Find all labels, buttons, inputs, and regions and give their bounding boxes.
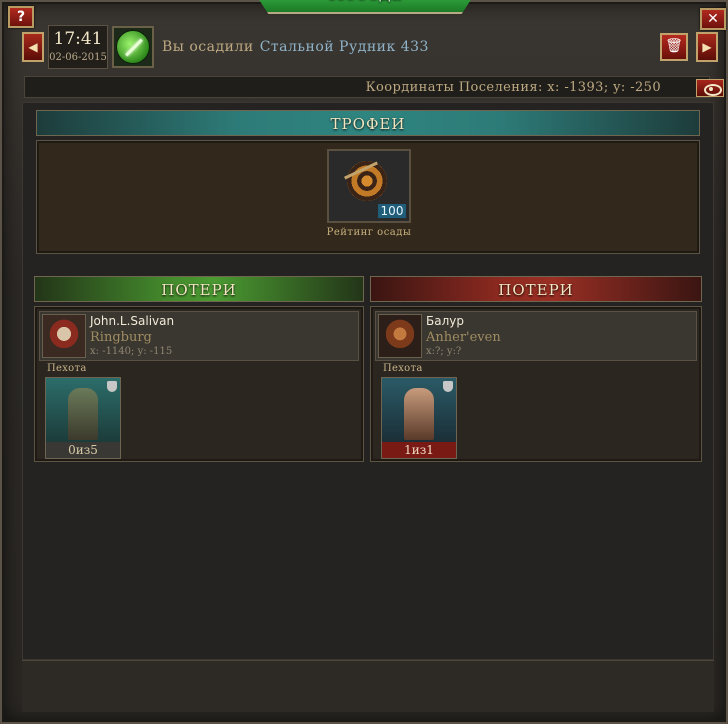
report-header: ◀ 17:41 02-06-2015 Вы осадили Стальной Р… [22, 24, 718, 70]
attacker-losses-heading: ПОТЕРИ [34, 276, 364, 302]
defender-coords: x:?; y:? [426, 346, 462, 357]
siege-victory-icon [112, 26, 154, 68]
report-footer [22, 660, 714, 712]
trophies-heading: ТРОФЕИ [36, 110, 700, 136]
trophy-caption: Рейтинг осады [326, 227, 412, 238]
settlement-coordinates: Координаты Поселения: x: -1393; y: -250 [365, 79, 661, 95]
attacker-coords: x: -1140; y: -115 [90, 346, 173, 357]
defender-unit-card[interactable]: 1из1 [381, 377, 457, 459]
defender-name: Балур [426, 314, 464, 328]
trophies-panel: 100 Рейтинг осады [36, 140, 700, 254]
defender-player-card[interactable]: Балур Anher'even x:?; y:? [375, 311, 697, 361]
window-title: Победа [250, 0, 480, 14]
attacker-name: John.L.Salivan [90, 314, 175, 328]
shield-icon [107, 381, 117, 392]
defender-losses-panel: Балур Anher'even x:?; y:? Пехота 1из1 [370, 306, 702, 462]
settlement-coordinates-bar: Координаты Поселения: x: -1393; y: -250 [24, 76, 710, 98]
attacker-unit-count: 0из5 [46, 442, 120, 458]
report-message: Вы осадили Стальной Рудник 433 [162, 27, 660, 67]
attacker-unit-card[interactable]: 0из5 [45, 377, 121, 459]
view-on-map-eye-icon[interactable] [696, 79, 724, 97]
defender-unit-count: 1из1 [382, 442, 456, 458]
delete-report-button[interactable]: 🗑 [660, 33, 688, 61]
defender-settlement: Anher'even [426, 330, 501, 345]
defender-losses-heading: ПОТЕРИ [370, 276, 702, 302]
report-date: 02-06-2015 [49, 52, 107, 63]
previous-report-button[interactable]: ◀ [22, 32, 44, 62]
trophy-count: 100 [378, 204, 406, 218]
attacker-settlement: Ringburg [90, 330, 152, 345]
message-prefix: Вы осадили [162, 39, 254, 55]
shield-icon [443, 381, 453, 392]
attacker-player-card[interactable]: John.L.Salivan Ringburg x: -1140; y: -11… [39, 311, 359, 361]
defender-avatar [378, 314, 422, 358]
next-report-button[interactable]: ▶ [696, 32, 718, 62]
attacker-avatar [42, 314, 86, 358]
siege-rating-trophy[interactable]: 100 [327, 149, 411, 223]
report-time: 17:41 [53, 29, 103, 49]
attacker-unit-type: Пехота [47, 363, 87, 374]
report-timestamp: 17:41 02-06-2015 [48, 25, 108, 69]
defender-unit-type: Пехота [383, 363, 423, 374]
attacker-losses-panel: John.L.Salivan Ringburg x: -1140; y: -11… [34, 306, 364, 462]
message-target-link[interactable]: Стальной Рудник 433 [260, 39, 429, 55]
